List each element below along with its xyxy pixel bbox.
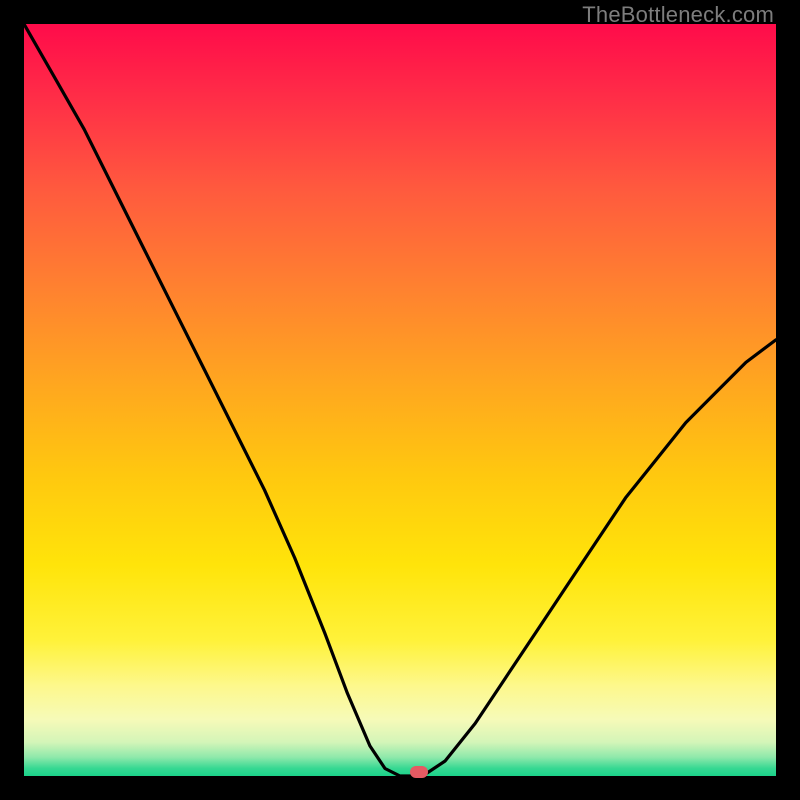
watermark-text: TheBottleneck.com — [582, 2, 774, 28]
chart-frame — [24, 24, 776, 776]
bottleneck-curve — [24, 24, 776, 776]
optimal-point-marker — [410, 766, 428, 778]
